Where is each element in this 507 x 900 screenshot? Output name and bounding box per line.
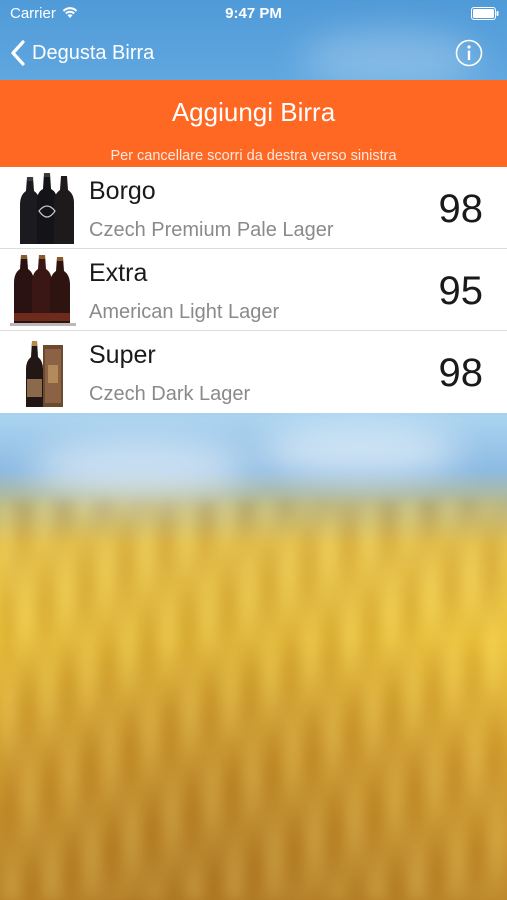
battery-icon [471, 7, 499, 20]
info-icon[interactable] [455, 39, 483, 67]
chevron-left-icon [11, 40, 25, 66]
background-wheat-field [0, 500, 507, 900]
beer-score: 98 [438, 351, 484, 395]
background-cloud [260, 425, 460, 480]
beer-style: American Light Lager [89, 301, 280, 323]
beer-name: Extra [89, 259, 148, 287]
back-button-label: Degusta Birra [32, 41, 155, 64]
beer-style: Czech Premium Pale Lager [89, 219, 334, 241]
status-time: 9:47 PM [225, 5, 282, 22]
beer-row[interactable]: Borgo Czech Premium Pale Lager 98 [0, 167, 507, 249]
beer-score: 98 [438, 187, 484, 231]
beer-row[interactable]: Super Czech Dark Lager 98 [0, 331, 507, 413]
beer-row[interactable]: Extra American Light Lager 95 [0, 249, 507, 331]
beer-list: Borgo Czech Premium Pale Lager 98 Extra … [0, 167, 507, 413]
beer-bottle-image [10, 253, 80, 326]
swipe-delete-hint: Per cancellare scorri da destra verso si… [110, 148, 397, 164]
add-beer-button[interactable]: Aggiungi Birra [0, 97, 507, 128]
add-beer-header: Aggiungi Birra Per cancellare scorri da … [0, 80, 507, 167]
navigation-bar: Degusta Birra [0, 28, 507, 80]
beer-bottle-image [10, 171, 80, 244]
beer-bottle-image [10, 335, 80, 408]
beer-score: 95 [438, 269, 484, 313]
back-button[interactable]: Degusta Birra [10, 38, 154, 68]
status-bar: Carrier 9:47 PM [0, 0, 507, 28]
beer-name: Borgo [89, 177, 156, 205]
background-cloud [30, 440, 250, 500]
beer-name: Super [89, 341, 156, 369]
beer-style: Czech Dark Lager [89, 383, 251, 405]
